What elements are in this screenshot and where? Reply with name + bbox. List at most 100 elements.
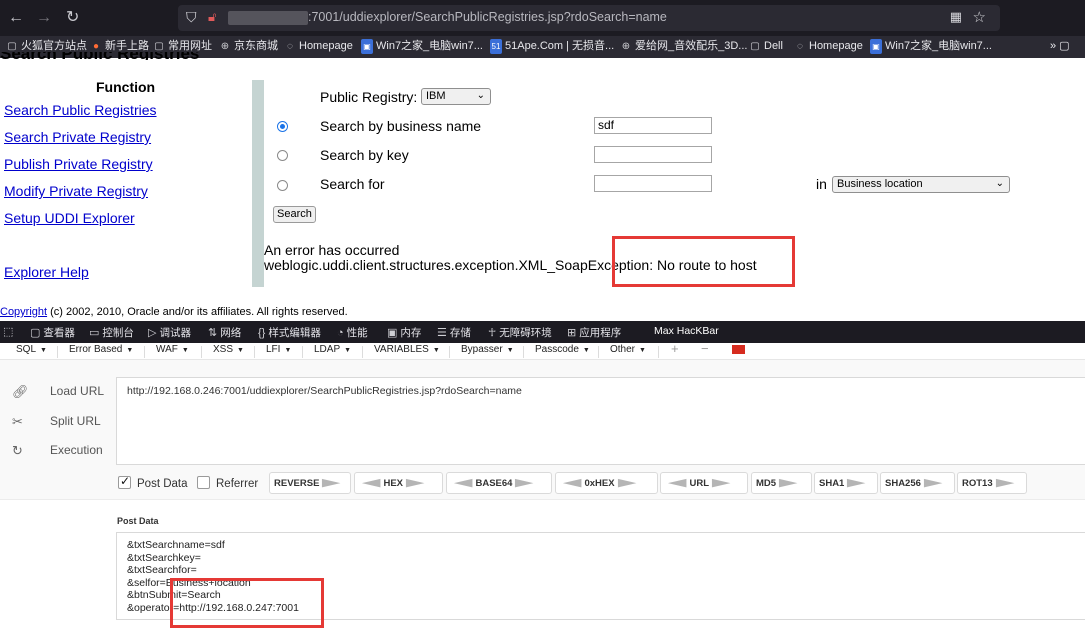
execution-button[interactable]: ↻ Execution <box>12 443 103 459</box>
highlight-box-operator <box>170 578 324 628</box>
arrow-right-icon: ▶ <box>405 477 425 489</box>
menu-passcode[interactable]: Passcode ▼ <box>535 344 590 355</box>
bookmark-item[interactable]: ◌ Homepage <box>284 39 353 54</box>
storage-icon: ☰ <box>437 327 447 339</box>
language-flag-icon[interactable] <box>732 345 745 354</box>
post-data-toggle[interactable]: Post Data <box>118 474 188 490</box>
hex-button[interactable]: ◀ HEX ▶ <box>354 472 443 494</box>
tab-performance[interactable]: ◔ 性能 <box>337 325 368 340</box>
in-label: in <box>816 176 827 192</box>
bookmark-star-icon[interactable]: ☆ <box>973 8 986 26</box>
url-textarea[interactable]: http://192.168.0.246:7001/uddiexplorer/S… <box>116 377 1085 465</box>
arrow-left-icon: ◀ <box>562 477 582 489</box>
reverse-button[interactable]: REVERSE ▶ <box>269 472 351 494</box>
arrow-right-icon: ▶ <box>711 477 731 489</box>
bookmark-item[interactable]: ▣ Win7之家_电脑win7... <box>361 39 483 54</box>
bookmark-item[interactable]: ◌ Homepage <box>794 39 863 54</box>
post-line: &txtSearchname=sdf <box>127 539 225 551</box>
search-button[interactable]: Search <box>273 206 316 223</box>
sha1-button[interactable]: SHA1 ▶ <box>814 472 878 494</box>
more-bookmarks-icon[interactable]: » ▢ <box>1050 39 1070 54</box>
address-bar[interactable]: ⛉ 🔓︎ :7001/uddiexplorer/SearchPublicRegi… <box>178 5 1000 31</box>
menu-other[interactable]: Other ▼ <box>610 344 646 355</box>
tab-memory[interactable]: ▣ 内存 <box>387 325 421 340</box>
browser-toolbar: ← → ↻ ⛉ 🔓︎ :7001/uddiexplorer/SearchPubl… <box>0 0 1085 36</box>
link-icon: 🔗︎ <box>12 384 29 399</box>
bookmark-item[interactable]: ▣ Win7之家_电脑win7... <box>870 39 992 54</box>
url-encode-button[interactable]: ◀ URL ▶ <box>660 472 748 494</box>
nav-explorer-help[interactable]: Explorer Help <box>4 264 89 280</box>
arrow-left-icon: ◀ <box>667 477 687 489</box>
forward-icon[interactable]: → <box>36 8 52 28</box>
pick-element-icon[interactable]: ⬚ <box>3 325 16 338</box>
copyright-text: (c) 2002, 2010, Oracle and/or its affili… <box>50 306 348 318</box>
bookmark-item[interactable]: 51 51Ape.Com | 无损音... <box>490 39 614 54</box>
tab-max-hackbar[interactable]: Max HacKBar <box>654 325 719 337</box>
post-data-label: Post Data <box>117 516 159 526</box>
public-registry-select[interactable]: IBM ⌄ <box>421 88 491 105</box>
arrow-right-icon: ▶ <box>923 477 943 489</box>
menu-divider <box>144 346 145 358</box>
devtools-tabbar: ⬚ ▢ 查看器 ▭ 控制台 ▷ 调试器 ⇅ 网络 {} 样式编辑器 ◔ 性能 ▣ 内存 ☰ 存储… <box>0 321 1085 343</box>
braces-icon: {} <box>258 327 266 339</box>
tab-debugger[interactable]: ▷ 调试器 <box>148 325 191 340</box>
tab-console[interactable]: ▭ 控制台 <box>89 325 134 340</box>
arrow-right-icon: ▶ <box>778 477 798 489</box>
tab-style-editor[interactable]: {} 样式编辑器 <box>258 325 321 340</box>
add-icon[interactable]: + <box>671 341 679 356</box>
rot13-button[interactable]: ROT13 ▶ <box>957 472 1027 494</box>
reload-icon[interactable]: ↻ <box>66 8 79 28</box>
menu-xss[interactable]: XSS ▼ <box>213 344 244 355</box>
arrow-left-icon: ◀ <box>361 477 381 489</box>
key-input[interactable] <box>594 146 712 163</box>
radio-search-for[interactable] <box>277 180 288 191</box>
radio-search-by-key[interactable] <box>277 150 288 161</box>
nav-search-public-registries[interactable]: Search Public Registries <box>4 102 157 118</box>
menu-sql[interactable]: SQL ▼ <box>16 344 47 355</box>
copyright-link[interactable]: Copyright <box>0 306 47 318</box>
menu-lfi[interactable]: LFI ▼ <box>266 344 291 355</box>
back-icon[interactable]: ← <box>8 8 24 28</box>
bookmark-item[interactable]: ⊕ 京东商城 <box>219 39 278 54</box>
sha256-button[interactable]: SHA256 ▶ <box>880 472 955 494</box>
arrow-left-icon: ◀ <box>453 477 473 489</box>
menu-waf[interactable]: WAF ▼ <box>156 344 189 355</box>
0xhex-button[interactable]: ◀ 0xHEX ▶ <box>555 472 658 494</box>
search-for-input[interactable] <box>594 175 712 192</box>
qr-code-icon[interactable]: ▦ <box>950 9 962 25</box>
referrer-toggle[interactable]: Referrer <box>197 476 258 490</box>
menu-error-based[interactable]: Error Based ▼ <box>69 344 133 355</box>
nav-setup-uddi-explorer[interactable]: Setup UDDI Explorer <box>4 210 135 226</box>
menu-divider <box>201 346 202 358</box>
url-text: :7001/uddiexplorer/SearchPublicRegistrie… <box>308 10 667 24</box>
nav-modify-private-registry[interactable]: Modify Private Registry <box>4 183 148 199</box>
arrow-right-icon: ▶ <box>995 477 1015 489</box>
error-heading: An error has occurred <box>264 242 400 258</box>
refresh-icon: ↻ <box>12 443 23 458</box>
nav-publish-private-registry[interactable]: Publish Private Registry <box>4 156 153 172</box>
menu-ldap[interactable]: LDAP ▼ <box>314 344 351 355</box>
hackbar-menu-bar: SQL ▼ Error Based ▼ WAF ▼ XSS ▼ LFI ▼ LDAP ▼ V… <box>0 341 1085 360</box>
load-url-button[interactable]: 🔗︎ Load URL <box>12 384 104 400</box>
split-url-button[interactable]: ✂ Split URL <box>12 414 101 430</box>
menu-divider <box>57 346 58 358</box>
bookmark-item[interactable]: ⊕ 爱给网_音效配乐_3D... <box>620 39 748 54</box>
tab-storage[interactable]: ☰ 存储 <box>437 325 471 340</box>
menu-variables[interactable]: VARIABLES ▼ <box>374 344 440 355</box>
menu-divider <box>449 346 450 358</box>
minus-icon[interactable]: − <box>701 341 709 356</box>
search-scope-select[interactable]: Business location ⌄ <box>832 176 1010 193</box>
menu-bypasser[interactable]: Bypasser ▼ <box>461 344 514 355</box>
radio-search-by-name[interactable] <box>277 121 288 132</box>
base64-button[interactable]: ◀ BASE64 ▶ <box>446 472 552 494</box>
nav-search-private-registry[interactable]: Search Private Registry <box>4 129 151 145</box>
md5-button[interactable]: MD5 ▶ <box>751 472 812 494</box>
tab-inspector[interactable]: ▢ 查看器 <box>30 325 75 340</box>
search-for-label: Search for <box>320 176 385 192</box>
menu-divider <box>254 346 255 358</box>
tab-network[interactable]: ⇅ 网络 <box>208 325 241 340</box>
business-name-input[interactable]: sdf <box>594 117 712 134</box>
bookmark-item[interactable]: ▢ Dell <box>749 39 783 54</box>
tab-accessibility[interactable]: ☥ 无障碍环境 <box>488 325 552 340</box>
tab-application[interactable]: ⊞ 应用程序 <box>567 325 621 340</box>
